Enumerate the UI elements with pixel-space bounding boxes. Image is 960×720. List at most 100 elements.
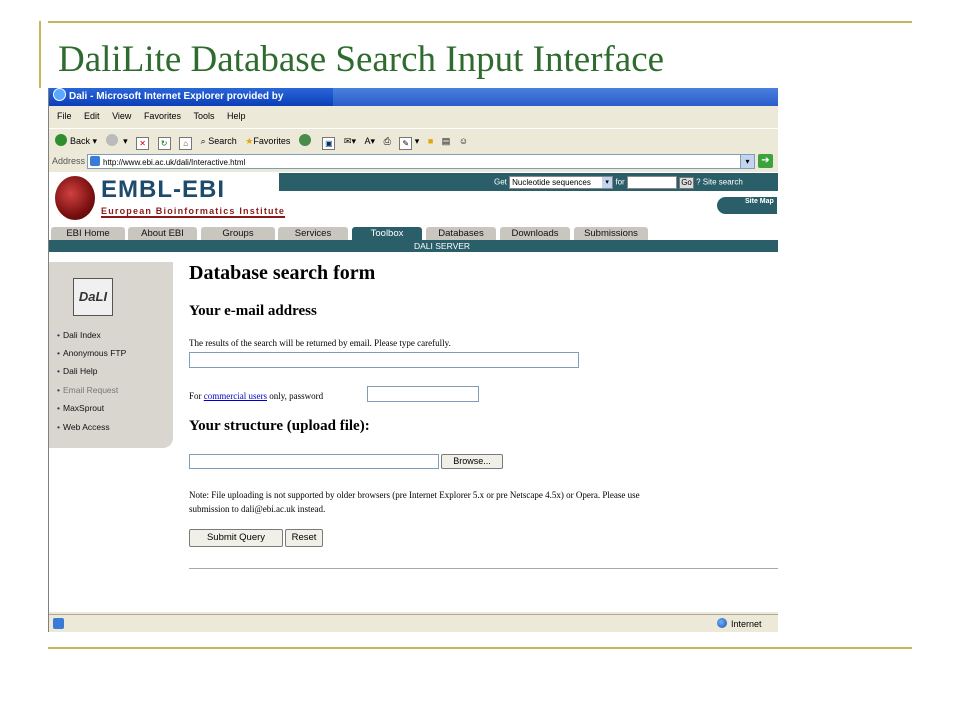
ebi-logo-subtitle: European Bioinformatics Institute bbox=[101, 206, 286, 218]
password-prefix: For bbox=[189, 391, 204, 401]
nav-item-label: Email Request bbox=[62, 385, 119, 395]
chevron-down-icon[interactable]: ▾ bbox=[740, 155, 754, 168]
ebi-search-input[interactable] bbox=[626, 176, 677, 189]
media-button[interactable]: ▣ bbox=[322, 130, 336, 152]
tab-about-ebi[interactable]: About EBI bbox=[128, 227, 197, 240]
commercial-users-link[interactable]: commercial users bbox=[204, 391, 267, 401]
nav-item-maxsprout[interactable]: • MaxSprout bbox=[57, 403, 104, 413]
refresh-button[interactable]: ↻ bbox=[157, 130, 171, 152]
nav-item-anonymous-ftp[interactable]: • Anonymous FTP bbox=[57, 348, 126, 358]
ebi-header: EMBL-EBI European Bioinformatics Institu… bbox=[49, 172, 778, 224]
ie-icon bbox=[53, 88, 66, 101]
site-map-button[interactable]: Site Map bbox=[717, 197, 777, 214]
forward-arrow-icon bbox=[105, 133, 118, 146]
address-bar: Address http://www.ebi.ac.uk/dali/Intera… bbox=[49, 153, 778, 170]
edit-icon: ✎ bbox=[399, 136, 413, 150]
print-button[interactable]: ⎙ bbox=[384, 130, 391, 152]
file-path-field[interactable] bbox=[189, 454, 439, 469]
status-bar: Internet bbox=[49, 614, 778, 632]
home-button[interactable]: ⌂ bbox=[179, 130, 193, 152]
tab-groups[interactable]: Groups bbox=[201, 227, 275, 240]
mail-button[interactable]: ✉▾ bbox=[344, 130, 356, 152]
tab-downloads[interactable]: Downloads bbox=[500, 227, 570, 240]
discuss-button[interactable]: ■ bbox=[428, 130, 433, 152]
site-search-label[interactable]: ? Site search bbox=[696, 178, 743, 187]
edit-button[interactable]: ✎ ▾ bbox=[399, 130, 419, 152]
bullet-icon: • bbox=[57, 348, 60, 358]
slide-left-rule bbox=[39, 21, 41, 88]
search-label: Search bbox=[208, 135, 237, 146]
address-url: http://www.ebi.ac.uk/dali/Interactive.ht… bbox=[103, 158, 246, 167]
ebi-search-strip: Get Nucleotide sequences ▾ for Go ? Site … bbox=[494, 176, 743, 189]
email-field[interactable] bbox=[189, 352, 579, 368]
chevron-down-icon: ▾ bbox=[602, 177, 613, 188]
tab-submissions[interactable]: Submissions bbox=[574, 227, 648, 240]
nav-item-label: Dali Help bbox=[62, 366, 98, 376]
tab-toolbox[interactable]: Toolbox bbox=[352, 227, 422, 240]
stop-button[interactable]: ✕ bbox=[136, 130, 150, 152]
password-label: For commercial users only, password bbox=[189, 391, 323, 401]
favorites-button[interactable]: ★Favorites bbox=[245, 130, 290, 152]
form-heading: Database search form bbox=[189, 262, 376, 284]
media-icon: ▣ bbox=[322, 136, 336, 150]
page-icon bbox=[90, 156, 100, 166]
refresh-icon: ↻ bbox=[157, 136, 171, 150]
ebi-logo-icon bbox=[55, 176, 95, 220]
globe-icon bbox=[717, 618, 727, 628]
folder-icon: ■ bbox=[427, 135, 434, 146]
bullet-icon: • bbox=[57, 385, 60, 395]
search-button[interactable]: ⌕ Search bbox=[201, 130, 237, 152]
mail-icon: ✉ bbox=[343, 135, 352, 146]
menu-view[interactable]: View bbox=[112, 111, 131, 121]
database-select[interactable]: Nucleotide sequences ▾ bbox=[509, 176, 614, 189]
nav-item-label: Dali Index bbox=[62, 330, 101, 340]
reset-button[interactable]: Reset bbox=[285, 529, 323, 547]
forward-button[interactable]: ▾ bbox=[105, 130, 128, 152]
research-button[interactable]: ▤ bbox=[442, 130, 451, 152]
tab-ebi-home[interactable]: EBI Home bbox=[51, 227, 125, 240]
back-button[interactable]: Back ▾ bbox=[55, 130, 97, 152]
structure-heading: Your structure (upload file): bbox=[189, 418, 370, 434]
nav-item-label: Web Access bbox=[62, 422, 110, 432]
nav-item-web-access[interactable]: • Web Access bbox=[57, 422, 110, 432]
email-help-text: The results of the search will be return… bbox=[189, 338, 451, 348]
tab-databases[interactable]: Databases bbox=[426, 227, 496, 240]
upload-note-line-2: submission to dali@ebi.ac.uk instead. bbox=[189, 504, 326, 514]
page-viewport: EMBL-EBI European Bioinformatics Institu… bbox=[49, 172, 778, 612]
messenger-button[interactable]: ☺ bbox=[459, 130, 468, 152]
security-zone: Internet bbox=[717, 615, 762, 632]
for-label: for bbox=[615, 177, 625, 187]
slide-top-rule bbox=[48, 21, 912, 23]
menu-help[interactable]: Help bbox=[227, 111, 246, 121]
history-icon bbox=[298, 133, 311, 146]
history-button[interactable] bbox=[298, 130, 314, 152]
menu-file[interactable]: File bbox=[57, 111, 72, 121]
password-suffix: only, password bbox=[267, 391, 324, 401]
ebi-go-button[interactable]: Go bbox=[679, 176, 694, 189]
home-icon: ⌂ bbox=[179, 136, 193, 150]
address-label: Address bbox=[52, 156, 86, 166]
zone-label: Internet bbox=[731, 619, 762, 629]
browse-button[interactable]: Browse... bbox=[441, 454, 503, 469]
go-arrow-button[interactable]: ➔ bbox=[758, 154, 773, 168]
back-label: Back bbox=[70, 135, 91, 146]
ebi-logo-text[interactable]: EMBL-EBI bbox=[101, 176, 225, 204]
nav-item-dali-help[interactable]: • Dali Help bbox=[57, 366, 97, 376]
menu-edit[interactable]: Edit bbox=[84, 111, 100, 121]
password-field[interactable] bbox=[367, 386, 479, 402]
bullet-icon: • bbox=[57, 330, 60, 340]
research-icon: ▤ bbox=[441, 135, 451, 146]
nav-item-dali-index[interactable]: • Dali Index bbox=[57, 330, 101, 340]
search-icon: ⌕ bbox=[200, 135, 206, 146]
upload-note: Note: File uploading is not supported by… bbox=[189, 488, 778, 516]
messenger-icon: ☺ bbox=[458, 135, 469, 146]
menu-favorites[interactable]: Favorites bbox=[144, 111, 181, 121]
page-status-icon bbox=[53, 618, 64, 629]
back-arrow-icon bbox=[55, 133, 67, 146]
submit-query-button[interactable]: Submit Query bbox=[189, 529, 283, 547]
menu-tools[interactable]: Tools bbox=[193, 111, 214, 121]
browser-window: Dali - Microsoft Internet Explorer provi… bbox=[48, 88, 778, 632]
address-input[interactable]: http://www.ebi.ac.uk/dali/Interactive.ht… bbox=[87, 154, 755, 169]
tab-services[interactable]: Services bbox=[278, 227, 348, 240]
font-button[interactable]: A▾ bbox=[365, 130, 376, 152]
